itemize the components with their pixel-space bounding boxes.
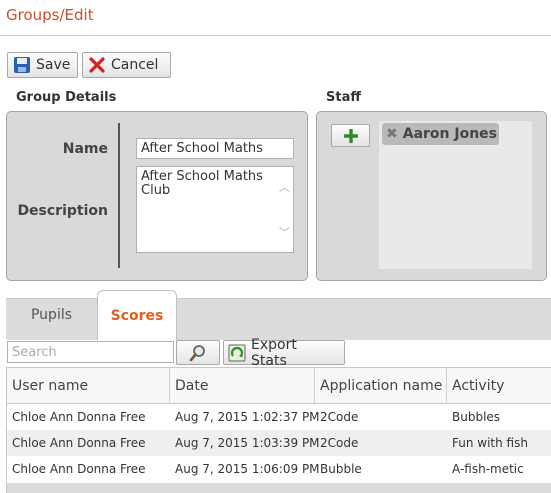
table-row[interactable]: Chloe Ann Donna Free Aug 7, 2015 1:03:39…: [7, 430, 551, 456]
tab-scores[interactable]: Scores: [97, 290, 177, 340]
description-label: Description: [17, 203, 108, 219]
cell-user-name: Chloe Ann Donna Free: [12, 462, 146, 476]
cell-application-name: 2Code: [320, 436, 359, 450]
search-icon: [189, 344, 207, 366]
tab-pupils[interactable]: Pupils: [6, 290, 97, 340]
staff-heading: Staff: [326, 90, 361, 105]
column-header-date[interactable]: Date: [170, 368, 315, 404]
description-text: After School Maths Club: [141, 169, 263, 198]
cell-date: Aug 7, 2015 1:03:39 PM: [175, 436, 320, 450]
table-row[interactable]: Chloe Ann Donna Free Aug 7, 2015 1:02:37…: [7, 404, 551, 430]
page-title: Groups/Edit: [6, 6, 94, 24]
plus-icon: [343, 128, 359, 148]
save-button[interactable]: Save: [7, 52, 78, 78]
staff-member-chip[interactable]: ✖ Aaron Jones: [382, 123, 499, 145]
export-stats-label: Export Stats: [251, 336, 297, 369]
table-header: User name Date Application name Activity: [7, 368, 551, 404]
title-divider: [0, 35, 551, 36]
cell-application-name: Bubble: [320, 462, 362, 476]
cell-application-name: 2Code: [320, 410, 359, 424]
cell-activity: Fun with fish: [452, 436, 528, 450]
cell-user-name: Chloe Ann Donna Free: [12, 436, 146, 450]
table-row[interactable]: Chloe Ann Donna Free Aug 7, 2015 1:06:09…: [7, 456, 551, 482]
scroll-down-icon[interactable]: ﹀: [279, 226, 290, 240]
column-header-user-name[interactable]: User name: [7, 368, 170, 404]
staff-member-name: Aaron Jones: [402, 126, 498, 142]
cancel-button[interactable]: Cancel: [82, 52, 171, 78]
cancel-button-label: Cancel: [111, 57, 159, 73]
group-details-heading: Group Details: [16, 90, 117, 105]
name-field[interactable]: [136, 138, 294, 159]
cell-activity: Bubbles: [452, 410, 501, 424]
cell-date: Aug 7, 2015 1:02:37 PM: [175, 410, 320, 424]
save-icon: [13, 56, 31, 74]
search-button[interactable]: [176, 340, 220, 365]
cell-activity: A-fish-metic: [452, 462, 524, 476]
remove-staff-icon[interactable]: ✖: [386, 126, 398, 142]
scores-table: User name Date Application name Activity…: [6, 367, 551, 493]
search-input[interactable]: [7, 341, 174, 363]
export-icon: [228, 344, 246, 362]
cancel-icon: [88, 56, 106, 74]
cell-date: Aug 7, 2015 1:06:09 PM: [175, 462, 320, 476]
name-label: Name: [62, 141, 108, 157]
cell-user-name: Chloe Ann Donna Free: [12, 410, 146, 424]
details-divider: [118, 123, 120, 268]
column-header-application-name[interactable]: Application name: [315, 368, 447, 404]
description-field[interactable]: After School Maths Club ︿ ﹀: [136, 166, 294, 253]
save-button-label: Save: [36, 57, 71, 73]
scroll-up-icon[interactable]: ︿: [279, 181, 290, 195]
column-header-activity[interactable]: Activity: [447, 368, 551, 404]
export-stats-button[interactable]: Export Stats: [223, 337, 345, 369]
table-footer: [7, 483, 551, 493]
add-staff-button[interactable]: [331, 124, 370, 147]
